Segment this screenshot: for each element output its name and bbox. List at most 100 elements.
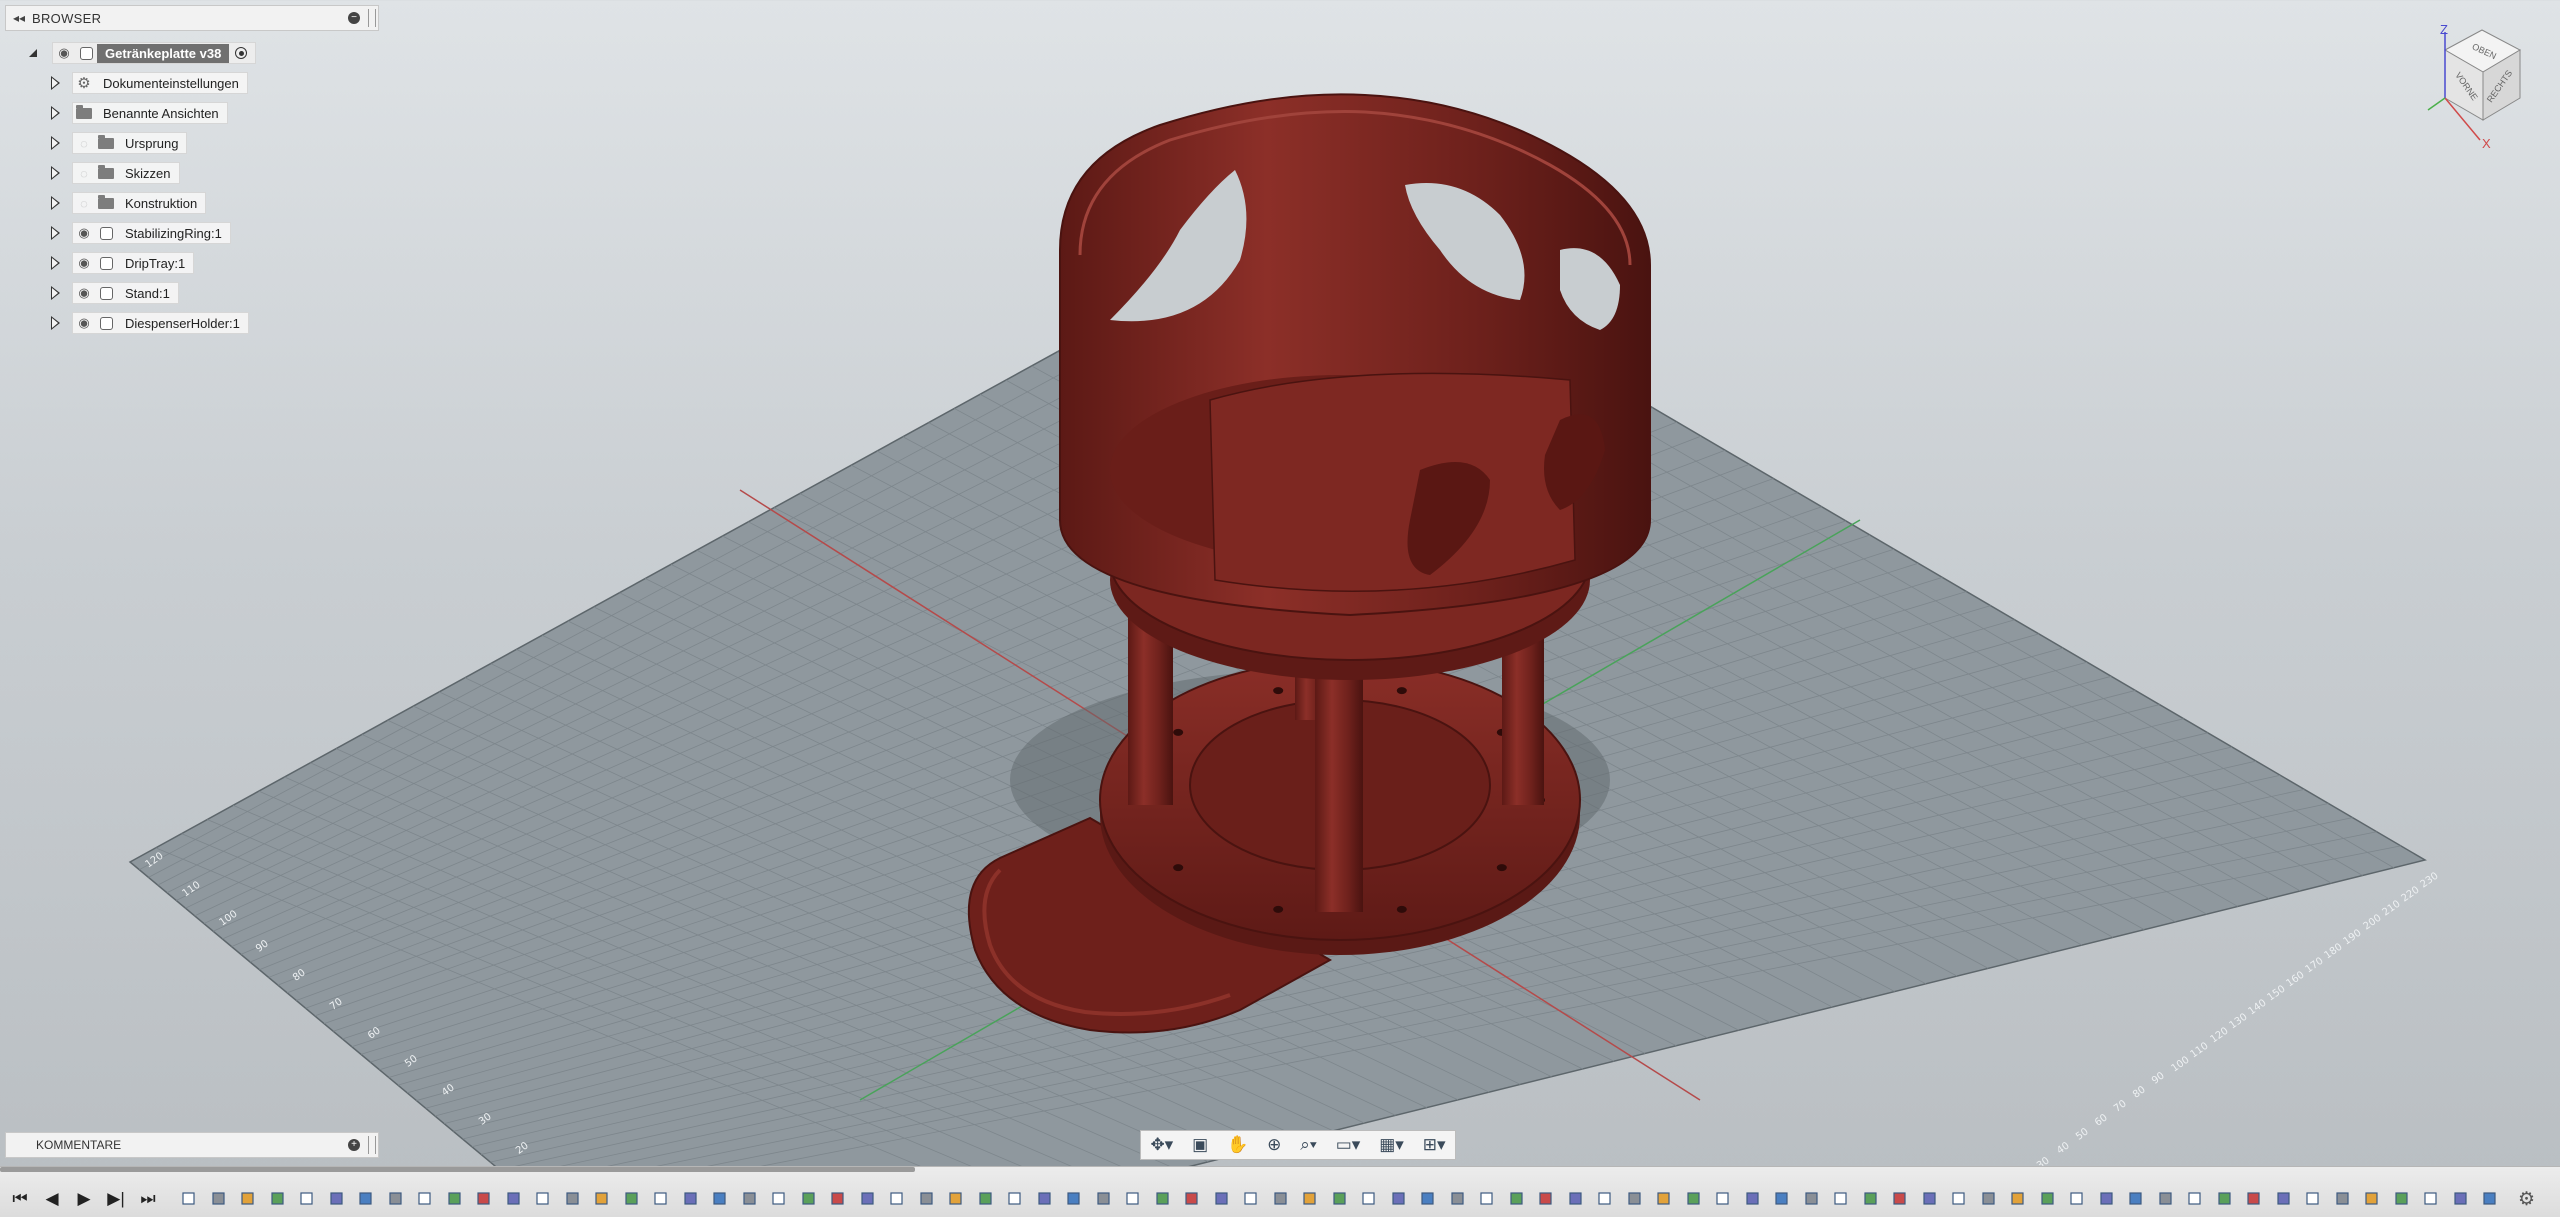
timeline-scrollbar[interactable] xyxy=(0,1167,915,1172)
timeline-feature-icon[interactable] xyxy=(328,1189,346,1207)
timeline-feature-icon[interactable] xyxy=(2481,1189,2499,1207)
eye-hidden-icon[interactable]: ◌ xyxy=(73,196,95,211)
timeline-feature-icon[interactable] xyxy=(1036,1189,1054,1207)
timeline-feature-icon[interactable] xyxy=(652,1189,670,1207)
expand-icon[interactable] xyxy=(44,192,66,214)
timeline-feature-icon[interactable] xyxy=(1862,1189,1880,1207)
timeline-feature-icon[interactable] xyxy=(1626,1189,1644,1207)
timeline-feature-icon[interactable] xyxy=(534,1189,552,1207)
timeline-feature-icon[interactable] xyxy=(741,1189,759,1207)
tree-item[interactable]: ◉ DripTray:1 xyxy=(44,252,195,274)
timeline-feature-icon[interactable] xyxy=(1449,1189,1467,1207)
tree-item[interactable]: Benannte Ansichten xyxy=(44,102,228,124)
look-at-icon[interactable]: ▣ xyxy=(1192,1135,1208,1155)
root-component-label[interactable]: Getränkeplatte v38 xyxy=(97,43,230,63)
timeline-feature-icon[interactable] xyxy=(2039,1189,2057,1207)
browser-options-button[interactable]: − xyxy=(348,12,360,24)
display-settings-icon[interactable]: ▭▾ xyxy=(1336,1135,1361,1155)
timeline-feature-icon[interactable] xyxy=(2275,1189,2293,1207)
expand-icon[interactable] xyxy=(44,312,66,334)
expand-icon[interactable] xyxy=(44,282,66,304)
activate-component-icon[interactable] xyxy=(235,47,248,59)
eye-hidden-icon[interactable]: ◌ xyxy=(73,136,95,151)
eye-icon[interactable]: ◉ xyxy=(73,225,95,241)
timeline-feature-icon[interactable] xyxy=(800,1189,818,1207)
tree-node[interactable]: ◌ Ursprung xyxy=(72,132,188,154)
tree-item[interactable]: ◉ DiespenserHolder:1 xyxy=(44,312,249,334)
timeline-feature-icon[interactable] xyxy=(564,1189,582,1207)
timeline-feature-icon[interactable] xyxy=(2334,1189,2352,1207)
grid-settings-icon[interactable]: ▦▾ xyxy=(1379,1135,1404,1155)
tree-item[interactable]: ◌ Konstruktion xyxy=(44,192,207,214)
timeline-feature-icon[interactable] xyxy=(1006,1189,1024,1207)
timeline-feature-icon[interactable] xyxy=(918,1189,936,1207)
timeline-feature-icon[interactable] xyxy=(1891,1189,1909,1207)
timeline-feature-icon[interactable] xyxy=(1390,1189,1408,1207)
step-back-icon[interactable]: ◀ xyxy=(42,1189,62,1209)
timeline-feature-icon[interactable] xyxy=(2422,1189,2440,1207)
expand-icon[interactable] xyxy=(44,222,66,244)
tree-node[interactable]: Benannte Ansichten xyxy=(72,102,228,124)
tree-node[interactable]: ◉ Stand:1 xyxy=(72,282,179,304)
timeline-feature-icon[interactable] xyxy=(711,1189,729,1207)
tree-item[interactable]: ◌ Skizzen xyxy=(44,162,180,184)
timeline-feature-icon[interactable] xyxy=(1832,1189,1850,1207)
timeline-feature-icon[interactable] xyxy=(1508,1189,1526,1207)
timeline-feature-icon[interactable] xyxy=(1744,1189,1762,1207)
timeline-feature-icon[interactable] xyxy=(475,1189,493,1207)
tree-node[interactable]: ◉ StabilizingRing:1 xyxy=(72,222,231,244)
expand-icon[interactable] xyxy=(44,72,66,94)
collapse-browser-icon[interactable]: ◂◂ xyxy=(6,11,32,25)
tree-node[interactable]: ◌ Skizzen xyxy=(72,162,180,184)
eye-icon[interactable]: ◉ xyxy=(53,45,75,61)
tree-node[interactable]: ⚙ Dokumenteinstellungen xyxy=(72,72,248,94)
tree-item-label[interactable]: Benannte Ansichten xyxy=(95,106,219,121)
fit-icon[interactable]: ⌕▾ xyxy=(1300,1135,1317,1155)
tree-item-label[interactable]: DiespenserHolder:1 xyxy=(117,316,240,331)
timeline-feature-icon[interactable] xyxy=(269,1189,287,1207)
comments-resize-grip[interactable] xyxy=(368,1136,376,1154)
timeline-settings-gear-icon[interactable]: ⚙ xyxy=(2518,1188,2535,1211)
expand-icon[interactable] xyxy=(44,162,66,184)
timeline-feature-icon[interactable] xyxy=(210,1189,228,1207)
timeline-feature-icon[interactable] xyxy=(2186,1189,2204,1207)
tree-item-label[interactable]: Ursprung xyxy=(117,136,178,151)
timeline-feature-icon[interactable] xyxy=(1095,1189,1113,1207)
timeline-feature-icon[interactable] xyxy=(1567,1189,1585,1207)
pan-icon[interactable]: ✋ xyxy=(1227,1135,1248,1155)
browser-panel-header[interactable]: ◂◂ BROWSER − xyxy=(5,5,379,31)
expand-icon[interactable] xyxy=(44,252,66,274)
tree-node[interactable]: ◉ DiespenserHolder:1 xyxy=(72,312,249,334)
timeline-feature-icon[interactable] xyxy=(888,1189,906,1207)
eye-icon[interactable]: ◉ xyxy=(73,285,95,301)
tree-item-label[interactable]: Skizzen xyxy=(117,166,171,181)
tree-item-label[interactable]: DripTray:1 xyxy=(117,256,185,271)
timeline-feature-icon[interactable] xyxy=(1478,1189,1496,1207)
timeline-feature-icon[interactable] xyxy=(829,1189,847,1207)
timeline-feature-icon[interactable] xyxy=(1921,1189,1939,1207)
expand-icon[interactable] xyxy=(44,132,66,154)
timeline-feature-icon[interactable] xyxy=(416,1189,434,1207)
go-to-start-icon[interactable]: ⏮ xyxy=(10,1189,30,1209)
expand-icon[interactable] xyxy=(44,102,66,124)
canvas-viewport[interactable]: 1201101009080706050403020100 23022021020… xyxy=(0,0,2560,1216)
timeline-feature-icon[interactable] xyxy=(947,1189,965,1207)
timeline-feature-icon[interactable] xyxy=(239,1189,257,1207)
eye-icon[interactable]: ◉ xyxy=(73,255,95,271)
timeline-feature-icon[interactable] xyxy=(1537,1189,1555,1207)
tree-item[interactable]: ◌ Ursprung xyxy=(44,132,188,154)
pillar-front[interactable] xyxy=(1315,640,1363,912)
timeline-feature-icon[interactable] xyxy=(357,1189,375,1207)
step-forward-icon[interactable]: ▶| xyxy=(106,1189,126,1209)
add-comment-button[interactable]: + xyxy=(348,1139,360,1151)
timeline-feature-icon[interactable] xyxy=(1419,1189,1437,1207)
eye-hidden-icon[interactable]: ◌ xyxy=(73,166,95,181)
timeline-feature-icon[interactable] xyxy=(1685,1189,1703,1207)
timeline-feature-icon[interactable] xyxy=(1213,1189,1231,1207)
timeline-feature-icon[interactable] xyxy=(446,1189,464,1207)
timeline-feature-icon[interactable] xyxy=(1124,1189,1142,1207)
timeline-feature-icon[interactable] xyxy=(623,1189,641,1207)
root-collapse-icon[interactable] xyxy=(22,42,44,64)
timeline-feature-icon[interactable] xyxy=(1360,1189,1378,1207)
timeline-feature-icon[interactable] xyxy=(2363,1189,2381,1207)
